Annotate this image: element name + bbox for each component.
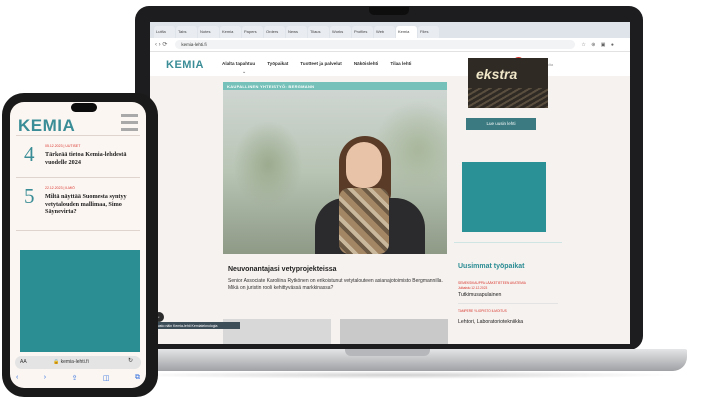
jobs-heading: Uusimmat työpaikat	[458, 263, 525, 270]
hero-article-title[interactable]: Neuvonantajasi vetyprojekteissa	[228, 266, 337, 273]
reader-text-size-button[interactable]: AA	[20, 359, 27, 365]
tree-shape	[233, 120, 303, 210]
site-nav: Alalta tapahtuu Työpaikat Tuotteet ja pa…	[222, 61, 411, 66]
phone-toolbar: ‹ › ⇪ ◫ ⧉	[16, 374, 140, 382]
browser-tab[interactable]: Lutfia	[154, 26, 175, 38]
browser-toolbar-icons[interactable]: ☆ ⊕ ▣ ●	[581, 42, 616, 48]
bookmarks-icon[interactable]: ◫	[103, 374, 110, 382]
browser-tab[interactable]: Notes	[198, 26, 219, 38]
browser-tab[interactable]: Papers	[242, 26, 263, 38]
browser-tab[interactable]: Files	[418, 26, 439, 38]
browser-tab[interactable]: Profiles	[352, 26, 373, 38]
site-header: KEMIA Alalta tapahtuu Työpaikat Tuotteet…	[150, 52, 630, 76]
phone-url-text[interactable]: 🔒 kemia-lehti.fi	[53, 359, 89, 365]
back-icon[interactable]: ‹	[16, 374, 18, 382]
ad-brand-text: ekstra	[476, 66, 518, 82]
nav-item-tilaa-lehti[interactable]: Tilaa lehti	[390, 61, 411, 66]
article-rank: 5	[24, 184, 35, 208]
browser-tab[interactable]: Tilaus	[308, 26, 329, 38]
browser-address-row: ‹ › ⟳ kemia-lehti.fi ☆ ⊕ ▣ ●	[150, 38, 630, 52]
browser-tab-active[interactable]: Kemia	[396, 26, 417, 38]
laptop-camera-notch	[369, 7, 409, 15]
ad-pattern	[468, 88, 548, 108]
article-title[interactable]: Tärkeää tietoa Kemia-lehdestä vuodelle 2…	[45, 151, 141, 166]
laptop-screen: Lutfia Tabs Notes Kemia Papers Orders Ne…	[150, 22, 630, 344]
phone-screen: KEMIA 4 05.12.2023 | UUTISET Tärkeää tie…	[10, 102, 146, 388]
list-divider	[16, 230, 140, 231]
phone-ad-block[interactable]	[20, 250, 140, 352]
forward-icon[interactable]: ›	[44, 374, 46, 382]
nav-item-tuotteet[interactable]: Tuotteet ja palvelut	[300, 61, 342, 66]
list-divider	[16, 177, 140, 178]
portrait-scarf	[339, 188, 389, 254]
read-latest-issue-button[interactable]: Lue uusin lehti	[466, 118, 536, 130]
portrait-face	[346, 142, 382, 188]
browser-nav-icons[interactable]: ‹ › ⟳	[155, 41, 167, 48]
job-employer: SEMEKSIKAUPPA LÄÄKETIETEEN AKATEMIA	[458, 281, 526, 285]
hero-image[interactable]	[223, 90, 447, 254]
job-employer: TAMPERE YLIOPISTO ILMOITUS	[458, 309, 507, 313]
browser-tab[interactable]: Works	[330, 26, 351, 38]
job-divider	[458, 303, 558, 304]
article-title[interactable]: Miltä näyttää Suomesta syntyy vetytaloud…	[45, 193, 141, 216]
browser-tab[interactable]: Web	[374, 26, 395, 38]
list-divider	[16, 135, 140, 136]
tabs-icon[interactable]: ⧉	[135, 374, 140, 382]
browser-tab-bar: Lutfia Tabs Notes Kemia Papers Orders Ne…	[150, 22, 630, 38]
phone-dynamic-island	[71, 103, 97, 112]
article-meta: 05.12.2023 | UUTISET	[45, 144, 81, 148]
sponsored-label-bar: KAUPALLINEN YHTEISTYÖ: BERGMANN	[223, 82, 447, 90]
article-rank: 4	[24, 142, 35, 166]
site-logo[interactable]: KEMIA	[166, 59, 204, 71]
chevron-down-icon[interactable]: ⌄	[242, 69, 246, 75]
browser-tab[interactable]: News	[286, 26, 307, 38]
sponsored-label: KAUPALLINEN YHTEISTYÖ: BERGMANN	[227, 84, 315, 89]
nav-item-alalta-tapahtuu[interactable]: Alalta tapahtuu	[222, 61, 255, 66]
article-thumbnail[interactable]	[340, 319, 448, 344]
nav-item-tyopaikat[interactable]: Työpaikat	[267, 61, 288, 66]
share-icon[interactable]: ⇪	[72, 374, 78, 382]
article-meta: 22.12.2023 | ILMIÖ	[45, 186, 75, 190]
laptop-shadow	[120, 371, 680, 379]
job-date: Julkaistu 12.12.2023	[458, 286, 488, 290]
ad-banner-ekstra[interactable]: ekstra	[468, 58, 548, 108]
job-title[interactable]: Tutkimusapulainen	[458, 292, 501, 298]
phone-site-logo[interactable]: KEMIA	[18, 116, 75, 136]
hero-article-summary: Senior Associate Karoliina Rytkönen on e…	[228, 278, 443, 291]
reload-icon[interactable]: ↻	[128, 357, 133, 364]
browser-tab[interactable]: Kemia	[220, 26, 241, 38]
nav-item-nakoislehti[interactable]: Näköislehti	[354, 61, 379, 66]
sidebar-divider	[454, 242, 562, 243]
laptop-base-groove	[345, 349, 430, 356]
browser-tab[interactable]: Orders	[264, 26, 285, 38]
browser-tab[interactable]: Tabs	[176, 26, 197, 38]
showcase-stage: Lutfia Tabs Notes Kemia Papers Orders Ne…	[0, 0, 722, 397]
job-title[interactable]: Lehtori, Laboratoriotekniikka	[458, 319, 523, 325]
address-bar[interactable]: kemia-lehti.fi	[175, 40, 576, 49]
notice-bar[interactable]: Sivusto näin Kemia-lehti Kemiateknologia	[150, 322, 240, 329]
sidebar-ad-block[interactable]	[462, 162, 546, 232]
hamburger-menu-icon[interactable]	[121, 114, 138, 132]
